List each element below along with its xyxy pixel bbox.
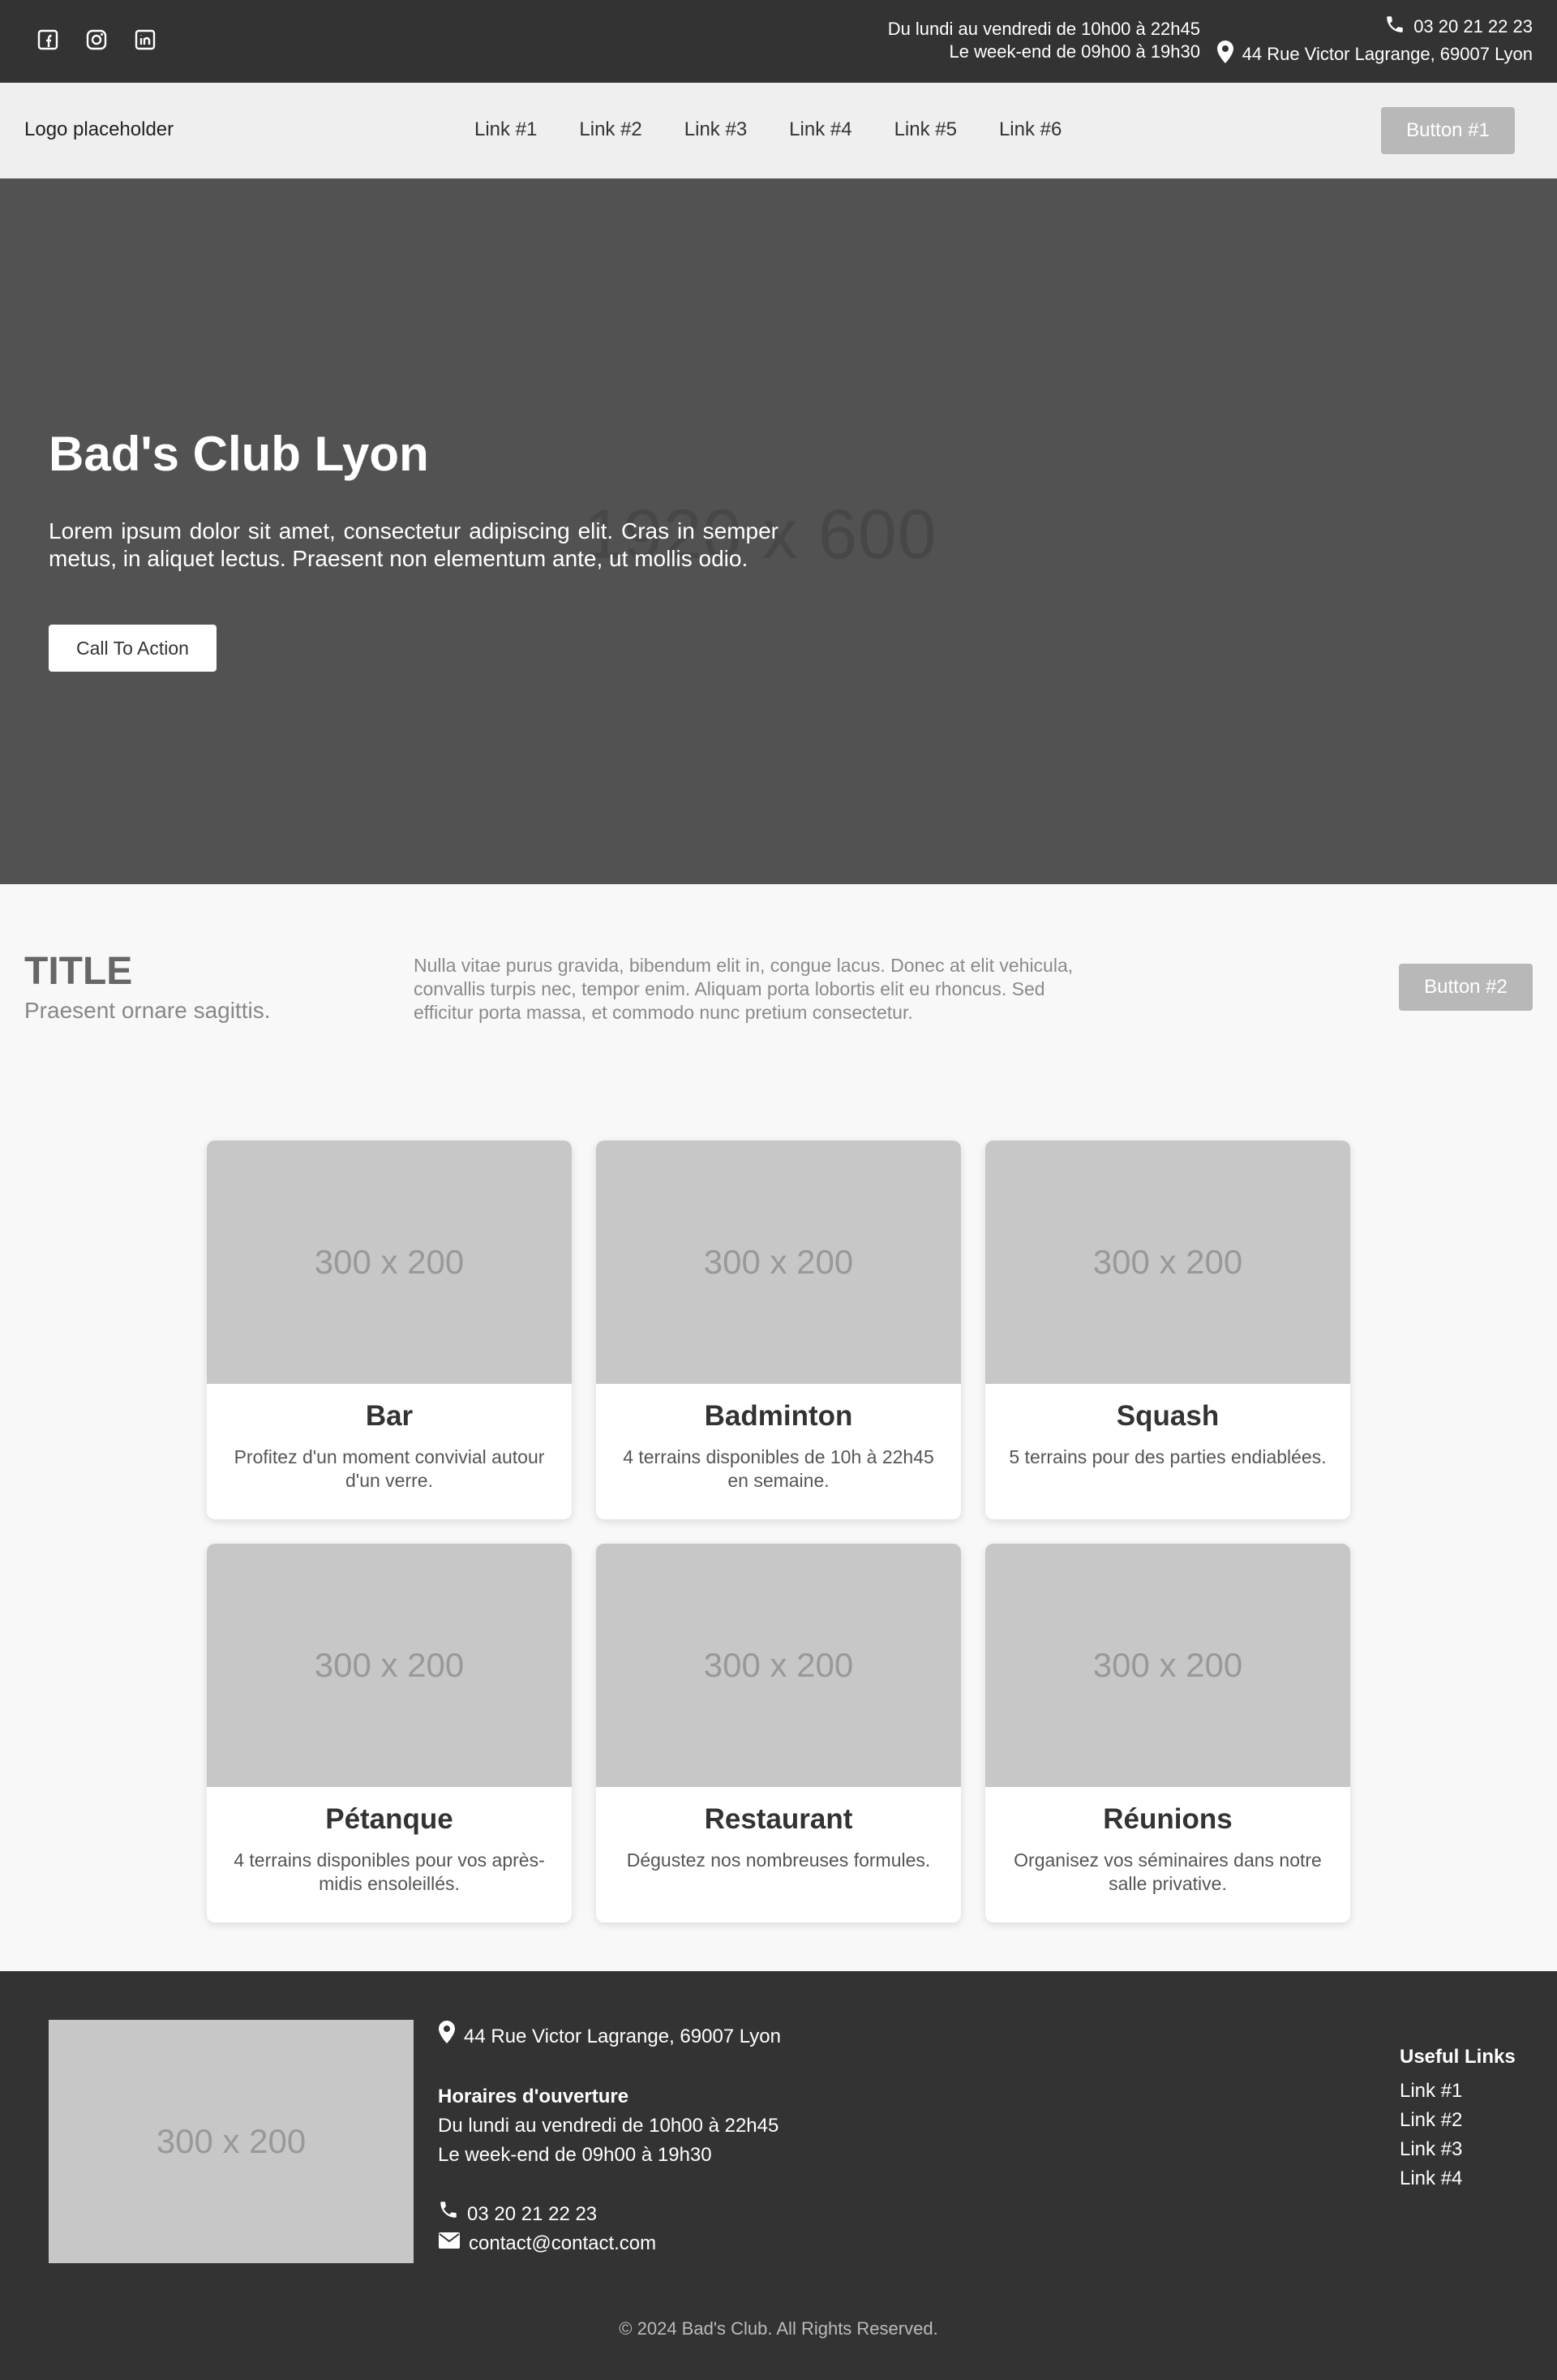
service-card[interactable]: 300 x 200 Squash 5 terrains pour des par… (985, 1141, 1350, 1519)
card-title: Réunions (1103, 1803, 1233, 1835)
footer-image-placeholder: 300 x 200 (49, 2020, 414, 2263)
phone-number: 03 20 21 22 23 (1413, 16, 1533, 37)
card-image-placeholder: 300 x 200 (207, 1544, 572, 1787)
hero-title: Bad's Club Lyon (49, 427, 429, 481)
footer-link-3[interactable]: Link #3 (1400, 2135, 1516, 2164)
linkedin-icon[interactable] (133, 28, 157, 52)
social-links (36, 28, 157, 52)
section-subtitle: Praesent ornare sagittis. (24, 998, 271, 1023)
hours-weekend: Le week-end de 09h00 à 19h30 (949, 41, 1200, 62)
phone-row[interactable]: 03 20 21 22 23 (1216, 13, 1533, 41)
top-bar: Du lundi au vendredi de 10h00 à 22h45 Le… (0, 0, 1557, 83)
card-image-placeholder: 300 x 200 (596, 1141, 961, 1384)
useful-links: Useful Links Link #1 Link #2 Link #3 Lin… (1400, 2043, 1516, 2193)
footer-hours-weekday: Du lundi au vendredi de 10h00 à 22h45 (438, 2115, 779, 2137)
card-text: Organisez vos séminaires dans notre sall… (1014, 1849, 1322, 1894)
card-title: Restaurant (704, 1803, 853, 1835)
card-image-placeholder: 300 x 200 (985, 1544, 1350, 1787)
footer-email-row[interactable]: contact@contact.com (438, 2229, 781, 2258)
footer: 300 x 200 44 Rue Victor Lagrange, 69007 … (0, 1971, 1557, 2380)
nav-links: Link #1 Link #2 Link #3 Link #4 Link #5 … (474, 118, 1062, 141)
footer-address-row: 44 Rue Victor Lagrange, 69007 Lyon (438, 2020, 781, 2053)
footer-link-2[interactable]: Link #2 (1400, 2106, 1516, 2135)
mail-icon (438, 2229, 461, 2258)
call-to-action-button[interactable]: Call To Action (49, 625, 217, 672)
nav-link-1[interactable]: Link #1 (474, 118, 537, 141)
footer-phone-row[interactable]: 03 20 21 22 23 (438, 2199, 781, 2229)
hero-section: 1920 x 600 Bad's Club Lyon Lorem ipsum d… (0, 178, 1557, 884)
nav-link-2[interactable]: Link #2 (579, 118, 641, 141)
card-text: Profitez d'un moment convivial autour d'… (234, 1446, 545, 1491)
card-title: Pétanque (325, 1803, 453, 1835)
copyright: © 2024 Bad's Club. All Rights Reserved. (619, 2318, 938, 2339)
main-navigation: Logo placeholder Link #1 Link #2 Link #3… (0, 83, 1557, 178)
service-card[interactable]: 300 x 200 Réunions Organisez vos séminai… (985, 1544, 1350, 1922)
footer-phone: 03 20 21 22 23 (467, 2202, 598, 2225)
nav-link-5[interactable]: Link #5 (894, 118, 957, 141)
footer-address: 44 Rue Victor Lagrange, 69007 Lyon (464, 2025, 781, 2047)
section-text: Nulla vitae purus gravida, bibendum elit… (414, 955, 1074, 1023)
service-card[interactable]: 300 x 200 Badminton 4 terrains disponibl… (596, 1141, 961, 1519)
card-text: 5 terrains pour des parties endiablées. (1009, 1446, 1327, 1467)
facebook-icon[interactable] (36, 28, 60, 52)
section-title: TITLE (24, 950, 133, 993)
footer-email: contact@contact.com (469, 2232, 657, 2254)
nav-link-6[interactable]: Link #6 (999, 118, 1062, 141)
service-card[interactable]: 300 x 200 Restaurant Dégustez nos nombre… (596, 1544, 961, 1922)
service-card[interactable]: 300 x 200 Bar Profitez d'un moment convi… (207, 1141, 572, 1519)
logo[interactable]: Logo placeholder (24, 118, 174, 141)
card-text: 4 terrains disponibles pour vos après-mi… (234, 1849, 545, 1894)
card-text: 4 terrains disponibles de 10h à 22h45 en… (623, 1446, 934, 1491)
footer-link-4[interactable]: Link #4 (1400, 2164, 1516, 2193)
footer-hours-weekend: Le week-end de 09h00 à 19h30 (438, 2144, 712, 2166)
location-pin-icon (438, 2020, 456, 2053)
section-button[interactable]: Button #2 (1399, 964, 1533, 1011)
footer-hours-title: Horaires d'ouverture (438, 2086, 629, 2107)
card-title: Squash (1116, 1400, 1220, 1432)
opening-hours: Du lundi au vendredi de 10h00 à 22h45 Le… (888, 18, 1200, 63)
hours-weekday: Du lundi au vendredi de 10h00 à 22h45 (887, 19, 1200, 39)
nav-link-3[interactable]: Link #3 (684, 118, 747, 141)
header-button[interactable]: Button #1 (1381, 107, 1515, 154)
phone-icon (1384, 14, 1405, 40)
contact-info: 03 20 21 22 23 44 Rue Victor Lagrange, 6… (1216, 13, 1533, 68)
card-title: Bar (365, 1400, 414, 1432)
footer-contact-info: 44 Rue Victor Lagrange, 69007 Lyon Horai… (438, 2020, 781, 2258)
useful-links-title: Useful Links (1400, 2046, 1516, 2068)
card-image-placeholder: 300 x 200 (596, 1544, 961, 1787)
card-image-placeholder: 300 x 200 (985, 1141, 1350, 1384)
location-pin-icon (1216, 40, 1234, 69)
nav-link-4[interactable]: Link #4 (789, 118, 851, 141)
hero-text: Lorem ipsum dolor sit amet, consectetur … (49, 518, 778, 571)
card-title: Badminton (704, 1400, 853, 1432)
card-text: Dégustez nos nombreuses formules. (626, 1849, 931, 1871)
instagram-icon[interactable] (84, 28, 109, 52)
phone-icon (438, 2199, 459, 2229)
address-row: 44 Rue Victor Lagrange, 69007 Lyon (1216, 41, 1533, 68)
service-card[interactable]: 300 x 200 Pétanque 4 terrains disponible… (207, 1544, 572, 1922)
footer-link-1[interactable]: Link #1 (1400, 2077, 1516, 2106)
card-image-placeholder: 300 x 200 (207, 1141, 572, 1384)
address-text: 44 Rue Victor Lagrange, 69007 Lyon (1242, 44, 1533, 64)
